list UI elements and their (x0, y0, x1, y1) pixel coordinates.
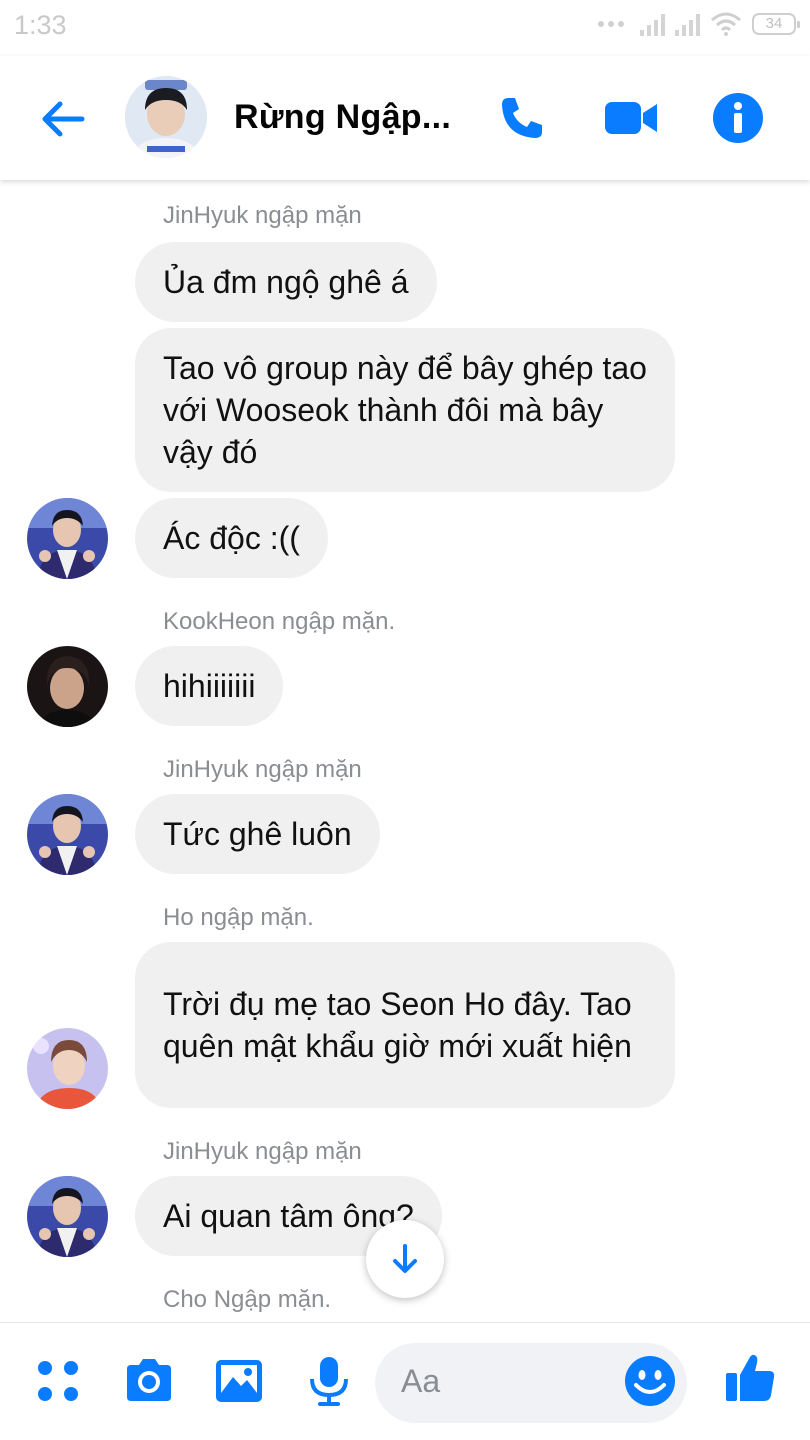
avatar-jinhyuk[interactable] (27, 498, 108, 579)
message-text: Trời đụ mẹ tao Seon Ho đây. Tao quên mật… (163, 986, 632, 1064)
message-bubble[interactable]: hihiiiiiii (135, 646, 284, 726)
sender-name: JinHyuk ngập mặn (163, 756, 362, 783)
back-arrow-icon[interactable] (34, 90, 92, 148)
message-text: Tao vô group này để bây ghép tao với Woo… (163, 350, 647, 470)
status-time: 1:33 (14, 10, 67, 40)
info-icon[interactable] (710, 90, 766, 146)
gallery-icon[interactable] (211, 1353, 267, 1409)
avatar-ho[interactable] (27, 1028, 108, 1109)
battery-icon: 34 (752, 13, 800, 35)
avatar-jinhyuk[interactable] (27, 794, 108, 875)
phone-call-icon[interactable] (494, 90, 550, 146)
group-avatar[interactable] (125, 76, 207, 158)
conversation-title[interactable]: Rừng Ngập... (234, 98, 451, 137)
message-text: Ác độc :(( (163, 520, 300, 556)
sender-name: Cho Ngập mặn. (163, 1286, 332, 1313)
sender-name: Ho ngập mặn. (163, 904, 314, 931)
notification-dots-icon (598, 21, 624, 27)
video-call-icon[interactable] (603, 90, 659, 146)
status-indicators: 34 (598, 12, 800, 36)
message-text: Ủa đm ngộ ghê á (163, 264, 409, 300)
message-input-placeholder: Aa (401, 1363, 441, 1399)
message-bubble[interactable]: Tức ghê luôn (135, 794, 380, 874)
more-actions-icon[interactable] (30, 1353, 86, 1409)
message-text: hihiiiiiii (163, 668, 256, 704)
message-bubble[interactable]: Tao vô group này để bây ghép tao với Woo… (135, 328, 675, 492)
sender-name: KookHeon ngập mặn. (163, 608, 396, 635)
conversation-header: Rừng Ngập... (0, 56, 810, 180)
signal-icon (640, 12, 665, 36)
message-input[interactable]: Aa (375, 1343, 687, 1423)
signal-icon-2 (675, 12, 700, 36)
message-list[interactable]: JinHyuk ngập mặn Ủa đm ngộ ghê á Tao vô … (0, 180, 810, 1322)
like-thumb-icon[interactable] (722, 1349, 778, 1405)
microphone-icon[interactable] (301, 1353, 357, 1409)
message-bubble[interactable]: Trời đụ mẹ tao Seon Ho đây. Tao quên mật… (135, 942, 675, 1108)
avatar-kookheon[interactable] (27, 646, 108, 727)
message-bubble[interactable]: Ủa đm ngộ ghê á (135, 242, 437, 322)
emoji-icon[interactable] (622, 1353, 678, 1409)
scroll-to-bottom-button[interactable] (366, 1220, 444, 1298)
sender-name: JinHyuk ngập mặn (163, 1138, 362, 1165)
arrow-down-icon (393, 1244, 417, 1273)
message-bubble[interactable]: Ác độc :(( (135, 498, 328, 578)
avatar-jinhyuk[interactable] (27, 1176, 108, 1257)
message-text: Tức ghê luôn (163, 816, 352, 852)
wifi-icon (711, 12, 741, 36)
status-bar: 1:33 34 (0, 0, 810, 56)
composer-bar: Aa (0, 1322, 810, 1440)
sender-name: JinHyuk ngập mặn (163, 202, 362, 229)
camera-icon[interactable] (121, 1353, 177, 1409)
